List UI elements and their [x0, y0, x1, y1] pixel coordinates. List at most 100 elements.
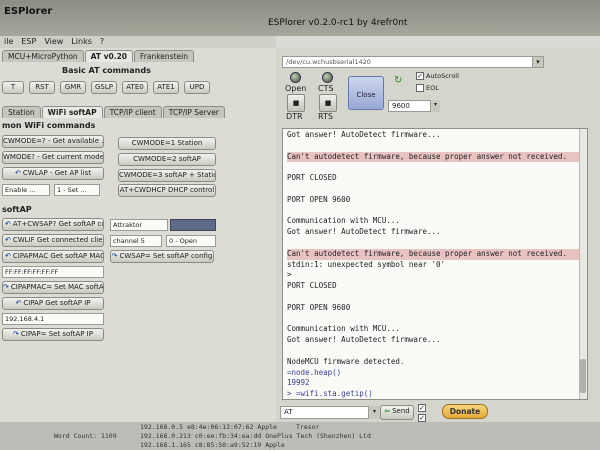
get-arrow-icon: ↶	[5, 220, 11, 228]
cwlap-button[interactable]: ↶ CWLAP - Get AP list	[2, 167, 104, 180]
send-button[interactable]: ⇦ Send	[380, 405, 414, 420]
terminal-line: stdin:1: unexpected symbol near '0'	[287, 259, 446, 269]
terminal-lines: Got answer! AutoDetect firmware... Can't …	[283, 129, 587, 399]
gslp-button[interactable]: GSLP	[91, 81, 117, 94]
word-count: Word Count: 1109	[54, 432, 117, 440]
tab-at[interactable]: AT v0.20	[84, 50, 134, 62]
gmr-button[interactable]: GMR	[60, 81, 86, 94]
wifi-commands-title: mon WiFi commands	[2, 121, 96, 130]
port-dropdown-icon[interactable]: ▾	[532, 56, 544, 68]
cipapmac-get-button[interactable]: ↶ CIPAPMAC Get softAP MAC	[2, 250, 104, 263]
port-select[interactable]: /dev/cu.wchusbserial1420	[282, 56, 534, 68]
cwlif-button[interactable]: ↶ CWLIF Get connected clie...	[2, 234, 104, 247]
command-input[interactable]: AT	[280, 406, 380, 419]
terminal-line: Got answer! AutoDetect firmware...	[287, 227, 441, 237]
terminal-line: Got answer! AutoDetect firmware...	[287, 335, 441, 345]
rts-toggle[interactable]: ■	[319, 94, 337, 112]
cipapmac-get-label: CIPAPMAC Get softAP MAC	[12, 252, 104, 260]
cwmode-softap-station-button[interactable]: CWMODE=3 softAP + Station	[118, 169, 216, 182]
cwsap-set-button[interactable]: ↷ CWSAP= Set softAP config	[110, 250, 214, 263]
menu-links[interactable]: Links	[67, 36, 96, 48]
rst-button[interactable]: RST	[29, 81, 55, 94]
encryption-select[interactable]: 0 - Open	[166, 235, 216, 247]
cwmode-station-button[interactable]: CWMODE=1 Station	[118, 137, 216, 150]
at-button[interactable]: T	[2, 81, 24, 94]
dtr-toggle[interactable]: ■	[287, 94, 305, 112]
baud-dropdown-icon[interactable]: ▾	[430, 100, 440, 112]
cipap-get-label: CIPAP Get softAP IP	[23, 299, 91, 307]
terminal-output[interactable]: Got answer! AutoDetect firmware... Can't …	[282, 128, 588, 400]
ip-field[interactable]: 192.168.4.1	[2, 313, 104, 325]
menu-esp[interactable]: ESP	[17, 36, 40, 48]
close-label: Close	[356, 91, 376, 99]
network-row-1: 192.168.0.5 e8:4e:06:12:07:62 Apple	[140, 423, 277, 431]
cwlap-label: CWLAP - Get AP list	[22, 169, 91, 177]
terminal-line: =node.heap()	[287, 367, 342, 377]
terminal-line: >	[287, 270, 292, 280]
terminal-line: Can't autodetect firmware, because prope…	[287, 248, 583, 260]
cts-led-icon	[322, 72, 333, 83]
tab-station[interactable]: Station	[2, 106, 41, 118]
terminal-scroll-thumb[interactable]	[580, 359, 586, 393]
cipap-get-button[interactable]: ↶ CIPAP Get softAP IP	[2, 297, 104, 310]
cipapmac-set-button[interactable]: ↷ CIPAPMAC= Set MAC softAP	[2, 281, 104, 294]
enable-select[interactable]: Enable ...	[2, 184, 50, 196]
terminal-line: PORT CLOSED	[287, 173, 337, 183]
terminal-scrollbar[interactable]	[579, 129, 587, 399]
dhcp-button[interactable]: AT+CWDHCP DHCP control	[118, 184, 216, 197]
cwmode-current-button[interactable]: WMODE? - Get current mode	[2, 151, 104, 164]
terminal-line: 19992	[287, 378, 310, 388]
tab-tcp-server[interactable]: TCP/IP Server	[162, 106, 225, 118]
terminal-line: NodeMCU firmware detected.	[287, 356, 405, 366]
get-ip-arrow-icon: ↶	[15, 299, 22, 307]
cwsap-get-button[interactable]: ↶ AT+CWSAP? Get softAP co...	[2, 218, 104, 231]
command-dropdown-icon[interactable]: ▾	[368, 406, 380, 419]
network-row-2: 192.168.0.213 c0:ee:fb:34:ea:dd OnePlus …	[140, 432, 371, 440]
cipapmac-set-label: CIPAPMAC= Set MAC softAP	[10, 283, 104, 291]
autoscroll-label: AutoScroll	[426, 72, 459, 80]
refresh-icon[interactable]: ↻	[394, 75, 402, 86]
cwmode-query-button[interactable]: CWMODE=? - Get available ...	[2, 135, 104, 148]
menu-file[interactable]: ile	[0, 36, 17, 48]
ate1-button[interactable]: ATE1	[153, 81, 179, 94]
cipap-set-button[interactable]: ↷ CIPAP= Set softAP IP	[2, 328, 104, 341]
send-option-checkbox-2[interactable]: ✓	[418, 414, 426, 422]
wifi-arrow-icon: ↶	[15, 169, 21, 177]
open-led-icon	[290, 72, 301, 83]
tab-softap[interactable]: WiFi softAP	[41, 106, 103, 118]
tab-tcp-client[interactable]: TCP/IP client	[103, 106, 162, 118]
clients-arrow-icon: ↶	[5, 236, 11, 244]
set-select[interactable]: 1 - Set ...	[54, 184, 100, 196]
top-tabs: MCU+MicroPython AT v0.20 Frankenstein	[2, 50, 194, 62]
cts-label: CTS	[318, 84, 334, 93]
send-option-checkbox-1[interactable]: ✓	[418, 404, 426, 412]
set-ip-arrow-icon: ↷	[13, 330, 19, 338]
ssid-field[interactable]: Attraktor	[110, 219, 168, 231]
autoscroll-checkbox[interactable]: ✓	[416, 72, 424, 80]
mac-field[interactable]: FF:FF:FF:FF:FF:FF	[2, 266, 104, 278]
mac-arrow-icon: ↶	[5, 252, 11, 260]
ate0-button[interactable]: ATE0	[122, 81, 148, 94]
cwmode-softap-button[interactable]: CWMODE=2 softAP	[118, 153, 216, 166]
cipap-set-label: CIPAP= Set softAP IP	[20, 330, 93, 338]
password-field-redacted[interactable]	[170, 219, 216, 231]
terminal-line: Communication with MCU...	[287, 216, 400, 226]
channel-select[interactable]: channel 5	[110, 235, 162, 247]
upd-button[interactable]: UPD	[184, 81, 210, 94]
menu-help[interactable]: ?	[96, 36, 108, 48]
close-port-button[interactable]: Close	[348, 76, 384, 110]
eol-checkbox[interactable]	[416, 84, 424, 92]
menu-view[interactable]: View	[40, 36, 67, 48]
donate-button[interactable]: Donate	[442, 404, 488, 419]
tab-frankenstein[interactable]: Frankenstein	[134, 50, 194, 62]
terminal-line: > =wifi.sta.getip()	[287, 389, 373, 399]
tab-micropython[interactable]: MCU+MicroPython	[2, 50, 84, 62]
terminal-line: PORT OPEN 9600	[287, 302, 351, 312]
left-panel: MCU+MicroPython AT v0.20 Frankenstein Ba…	[0, 48, 276, 422]
cwlif-label: CWLIF Get connected clie...	[12, 236, 104, 244]
